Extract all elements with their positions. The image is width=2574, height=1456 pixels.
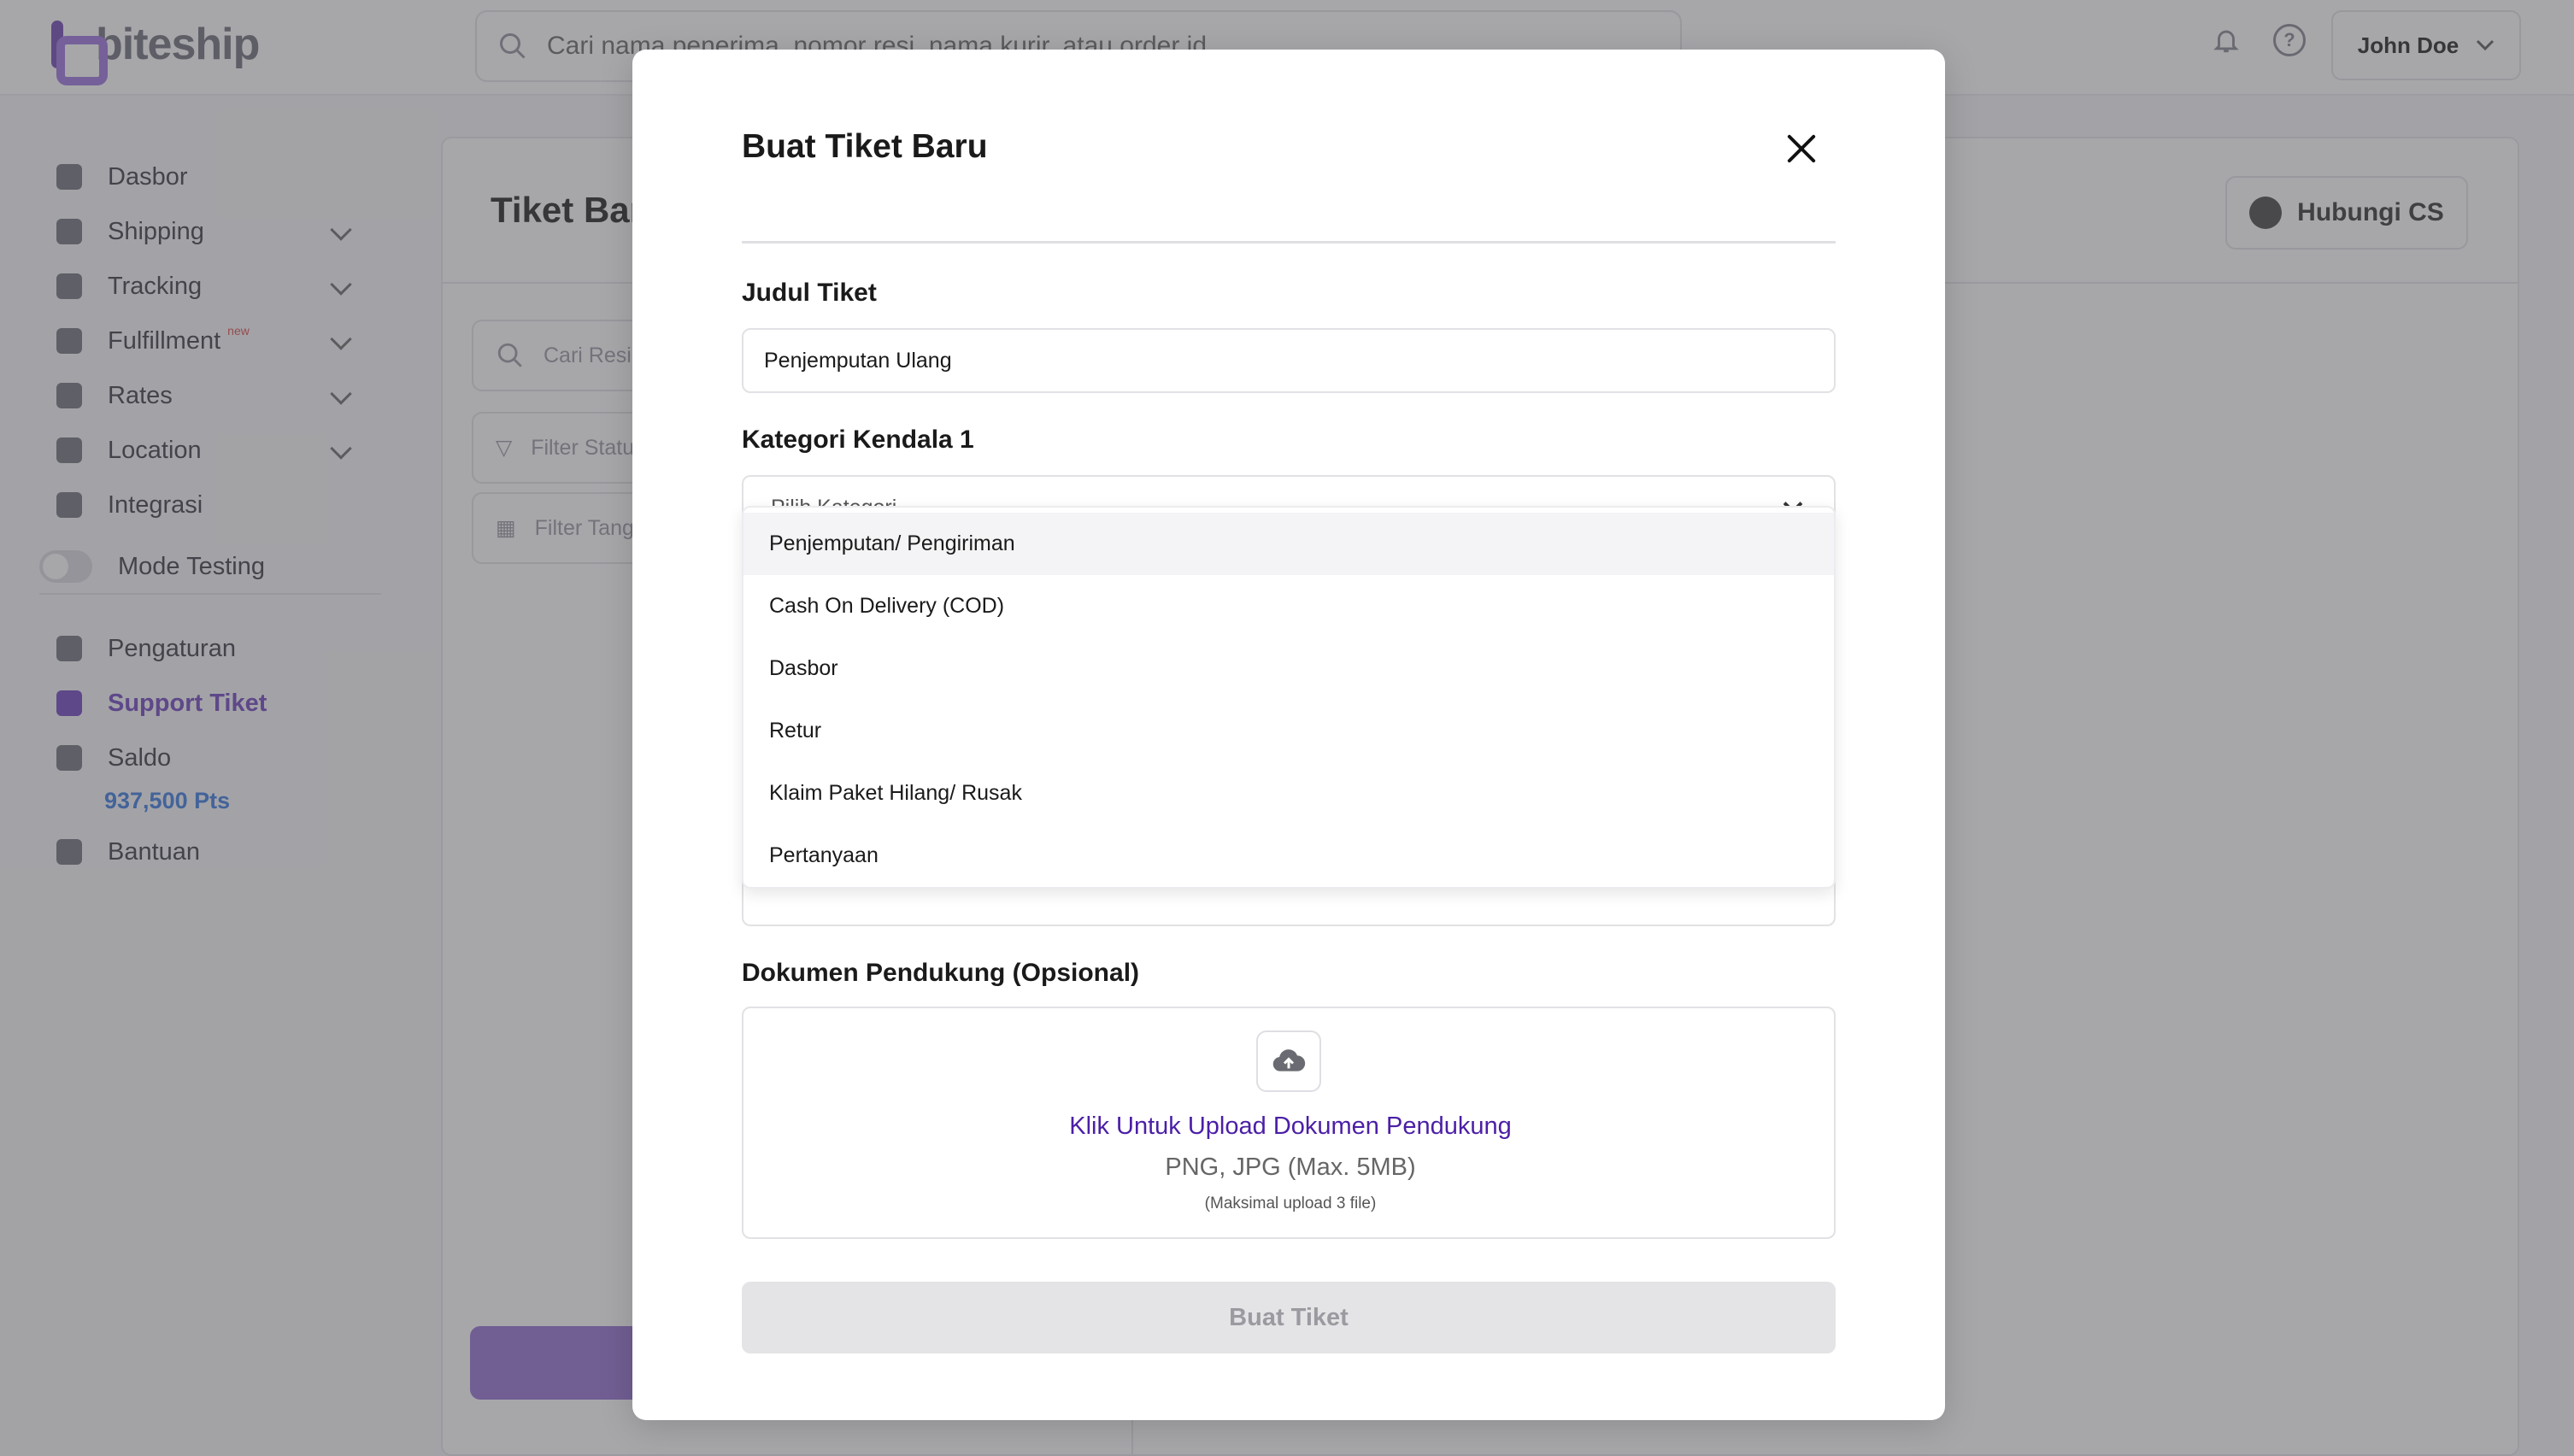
category-option[interactable]: Klaim Paket Hilang/ Rusak bbox=[743, 762, 1834, 825]
category-option[interactable]: Pertanyaan bbox=[743, 825, 1834, 887]
modal-divider bbox=[742, 241, 1836, 244]
category-option[interactable]: Retur bbox=[743, 700, 1834, 762]
upload-max-note: (Maksimal upload 3 file) bbox=[1204, 1195, 1377, 1212]
documents-label: Dokumen Pendukung (Opsional) bbox=[742, 959, 1140, 987]
category-option[interactable]: Dasbor bbox=[743, 637, 1834, 700]
category-option[interactable]: Cash On Delivery (COD) bbox=[743, 575, 1834, 637]
modal-title: Buat Tiket Baru bbox=[742, 128, 988, 165]
create-ticket-button[interactable]: Buat Tiket bbox=[742, 1282, 1836, 1353]
upload-dropzone[interactable]: Klik Untuk Upload Dokumen Pendukung PNG,… bbox=[742, 1007, 1836, 1239]
category-label: Kategori Kendala 1 bbox=[742, 426, 974, 454]
cloud-upload-icon[interactable] bbox=[1256, 1030, 1321, 1092]
upload-file-types: PNG, JPG (Max. 5MB) bbox=[1165, 1154, 1416, 1181]
create-ticket-modal: Buat Tiket Baru Judul Tiket Kategori Ken… bbox=[632, 50, 1945, 1420]
category-option[interactable]: Penjemputan/ Pengiriman bbox=[743, 513, 1834, 575]
ticket-title-input[interactable] bbox=[742, 328, 1836, 393]
ticket-title-label: Judul Tiket bbox=[742, 279, 877, 307]
close-icon[interactable] bbox=[1784, 132, 1819, 166]
category-dropdown-menu: Penjemputan/ Pengiriman Cash On Delivery… bbox=[742, 506, 1836, 889]
upload-link[interactable]: Klik Untuk Upload Dokumen Pendukung bbox=[743, 1113, 1837, 1141]
